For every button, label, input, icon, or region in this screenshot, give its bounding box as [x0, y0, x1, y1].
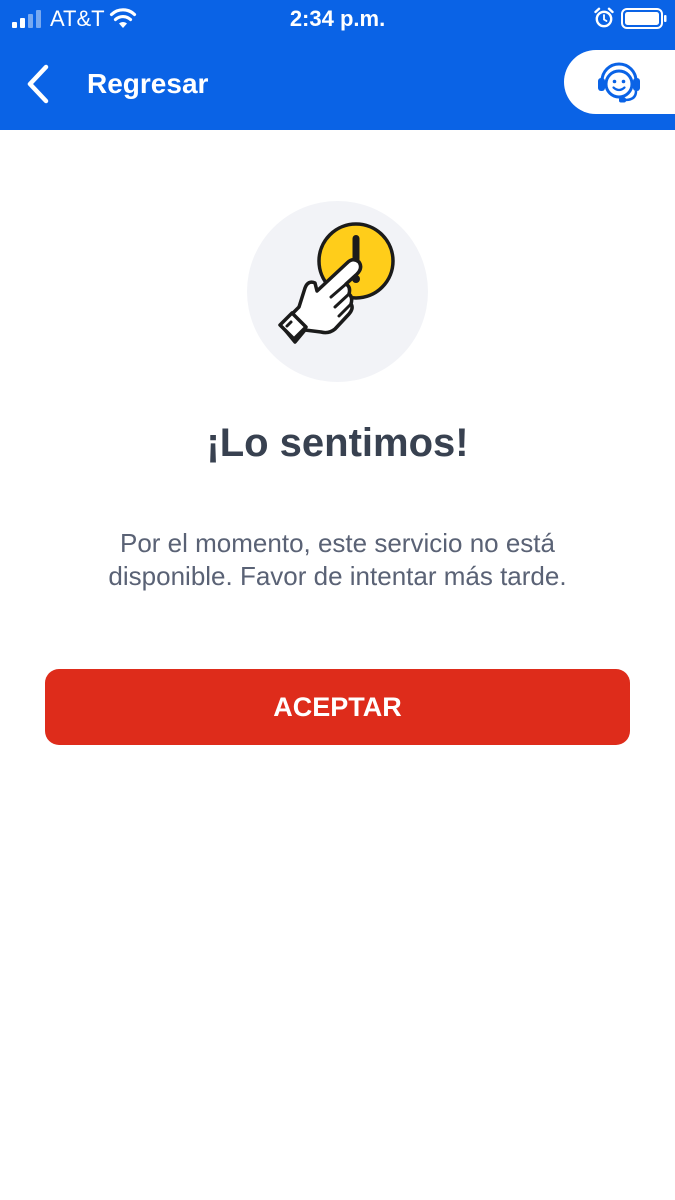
navigation-bar: Regresar — [0, 40, 675, 130]
error-message: Por el momento, este servicio no está di… — [108, 528, 567, 591]
back-label: Regresar — [87, 68, 209, 99]
alarm-icon — [594, 7, 614, 28]
battery-icon — [621, 8, 667, 29]
chevron-left-icon — [27, 64, 49, 104]
customer-support-icon — [598, 62, 640, 103]
accept-button[interactable]: ACEPTAR — [45, 669, 630, 745]
hand-warning-icon — [247, 201, 428, 382]
top-bar: AT&T 2:34 p.m. Regresar — [0, 0, 675, 130]
back-button[interactable]: Regresar — [10, 48, 230, 118]
customer-support-button[interactable] — [564, 50, 675, 114]
status-bar: AT&T 2:34 p.m. — [0, 0, 675, 38]
clock: 2:34 p.m. — [289, 6, 386, 31]
page-title: ¡Lo sentimos! — [206, 421, 469, 465]
